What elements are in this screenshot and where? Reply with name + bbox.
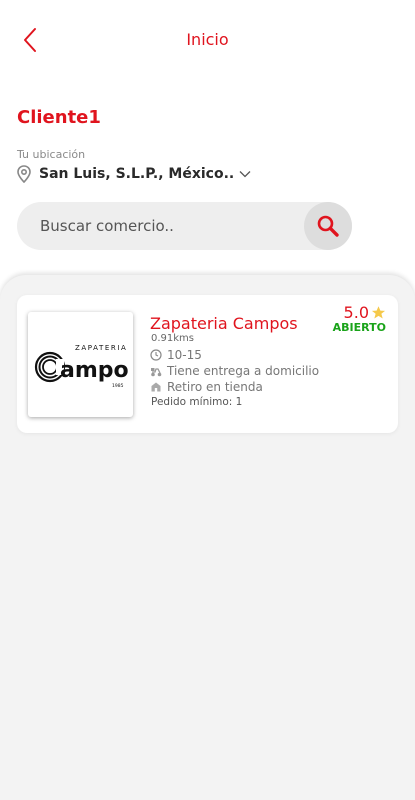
logo-sub-text: 1985: [112, 383, 124, 389]
app-header: Inicio: [0, 0, 415, 80]
store-list-panel: ZAPATERIA ampos 1985 Zapateria Campos 0.…: [0, 275, 415, 800]
chevron-down-icon: [239, 171, 251, 178]
location-selector[interactable]: San Luis, S.L.P., México..: [16, 163, 252, 185]
store-name: Zapateria Campos: [150, 314, 298, 333]
logo-top-text: ZAPATERIA: [75, 344, 127, 352]
store-card[interactable]: ZAPATERIA ampos 1985 Zapateria Campos 0.…: [17, 295, 398, 433]
pickup-text: Retiro en tienda: [167, 380, 263, 394]
location-value: San Luis, S.L.P., México..: [39, 166, 235, 182]
store-logo-graphic: ZAPATERIA ampos 1985: [34, 344, 129, 389]
delivery-row: Tiene entrega a domicilio: [150, 364, 319, 378]
store-rating: 5.0: [344, 303, 386, 322]
store-distance: 0.91kms: [151, 333, 195, 344]
min-order: Pedido mínimo: 1: [151, 396, 243, 408]
logo-main-text: ampos: [60, 358, 129, 383]
scooter-icon: [150, 365, 162, 377]
delivery-time-value: 10-15: [167, 348, 202, 362]
search-icon: [317, 215, 339, 237]
pickup-row: Retiro en tienda: [150, 380, 263, 394]
location-pin-icon: [17, 165, 31, 183]
store-logo: ZAPATERIA ampos 1985: [28, 312, 133, 417]
clock-icon: [150, 349, 162, 361]
rating-value: 5.0: [343, 303, 369, 322]
status-badge: ABIERTO: [332, 321, 386, 334]
store-icon: [150, 381, 162, 393]
page-title: Inicio: [186, 30, 229, 49]
search-input[interactable]: [40, 217, 290, 235]
client-name: Cliente1: [17, 107, 101, 128]
star-icon: [371, 306, 386, 319]
delivery-time-row: 10-15: [150, 348, 202, 362]
search-button[interactable]: [304, 202, 352, 250]
delivery-text: Tiene entrega a domicilio: [167, 364, 320, 378]
location-label: Tu ubicación: [17, 148, 86, 161]
search-bar: [17, 202, 352, 250]
